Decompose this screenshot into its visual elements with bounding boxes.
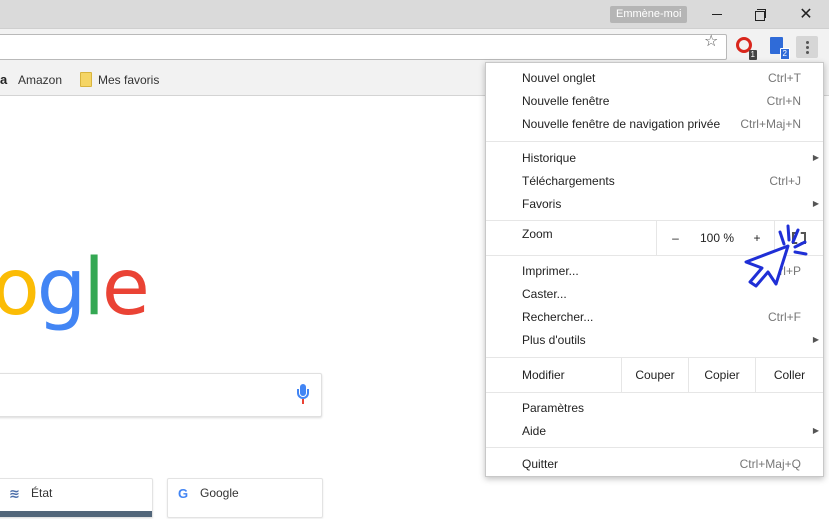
extension-red-icon[interactable]: 1 bbox=[735, 37, 757, 60]
copy-button[interactable]: Copier bbox=[688, 358, 755, 392]
cut-button[interactable]: Couper bbox=[621, 358, 688, 392]
window-titlebar: Emmène-moi ✕ bbox=[0, 0, 829, 29]
menu-item-downloads[interactable]: Téléchargements Ctrl+J bbox=[486, 170, 823, 193]
extension-badge: 1 bbox=[748, 50, 757, 60]
menu-item-more-tools[interactable]: Plus d'outils ▶ bbox=[486, 329, 823, 352]
minimize-icon[interactable] bbox=[705, 3, 729, 25]
google-g-icon: G bbox=[178, 486, 189, 501]
submenu-arrow-icon: ▶ bbox=[812, 153, 819, 162]
google-logo: ogle bbox=[0, 243, 150, 333]
tile-site-icon: ≋ bbox=[9, 486, 20, 501]
menu-dots-icon[interactable] bbox=[796, 36, 818, 58]
amazon-icon: a bbox=[0, 72, 8, 87]
tile-label: Google bbox=[200, 486, 239, 500]
tile-label: État bbox=[31, 486, 53, 500]
bookmark-label: Mes favoris bbox=[98, 72, 160, 87]
bookmark-amazon[interactable]: a Amazon bbox=[0, 72, 62, 87]
menu-item-settings[interactable]: Paramètres bbox=[486, 397, 823, 420]
menu-edit-row: Modifier Couper Copier Coller bbox=[486, 358, 823, 392]
folder-icon bbox=[80, 72, 92, 87]
submenu-arrow-icon: ▶ bbox=[812, 335, 819, 344]
close-icon[interactable]: ✕ bbox=[794, 3, 818, 25]
paste-button[interactable]: Coller bbox=[755, 358, 823, 392]
menu-item-incognito-window[interactable]: Nouvelle fenêtre de navigation privée Ct… bbox=[486, 113, 823, 136]
menu-item-find[interactable]: Rechercher... Ctrl+F bbox=[486, 306, 823, 329]
browser-toolbar: ☆ 1 2 bbox=[0, 29, 829, 64]
submenu-arrow-icon: ▶ bbox=[812, 426, 819, 435]
menu-item-help[interactable]: Aide ▶ bbox=[486, 420, 823, 443]
zoom-level: 100 % bbox=[699, 231, 735, 245]
google-search-input[interactable] bbox=[0, 373, 322, 417]
menu-item-history[interactable]: Historique ▶ bbox=[486, 147, 823, 170]
most-visited-tile-etat[interactable]: ≋ État bbox=[0, 478, 153, 518]
profile-button[interactable]: Emmène-moi bbox=[610, 6, 688, 23]
extension-badge: 2 bbox=[779, 48, 790, 60]
click-pointer-icon bbox=[744, 224, 808, 288]
menu-separator bbox=[486, 392, 823, 393]
microphone-icon[interactable] bbox=[296, 384, 310, 406]
menu-item-new-window[interactable]: Nouvelle fenêtre Ctrl+N bbox=[486, 90, 823, 113]
tile-thumbnail bbox=[0, 511, 152, 517]
zoom-out-button[interactable]: – bbox=[656, 221, 694, 255]
bookmark-folder-mes-favoris[interactable]: Mes favoris bbox=[80, 72, 159, 87]
bookmark-label: Amazon bbox=[18, 72, 63, 87]
extension-doc-icon[interactable]: 2 bbox=[768, 37, 790, 60]
menu-item-bookmarks[interactable]: Favoris ▶ bbox=[486, 193, 823, 216]
menu-item-quit[interactable]: Quitter Ctrl+Maj+Q bbox=[486, 453, 823, 476]
address-bar[interactable] bbox=[0, 34, 727, 60]
restore-icon[interactable] bbox=[748, 3, 772, 25]
menu-item-new-tab[interactable]: Nouvel onglet Ctrl+T bbox=[486, 67, 823, 90]
most-visited-tile-google[interactable]: G Google bbox=[167, 478, 323, 518]
submenu-arrow-icon: ▶ bbox=[812, 199, 819, 208]
bookmark-star-icon[interactable]: ☆ bbox=[704, 33, 718, 51]
menu-separator bbox=[486, 447, 823, 448]
menu-separator bbox=[486, 141, 823, 142]
